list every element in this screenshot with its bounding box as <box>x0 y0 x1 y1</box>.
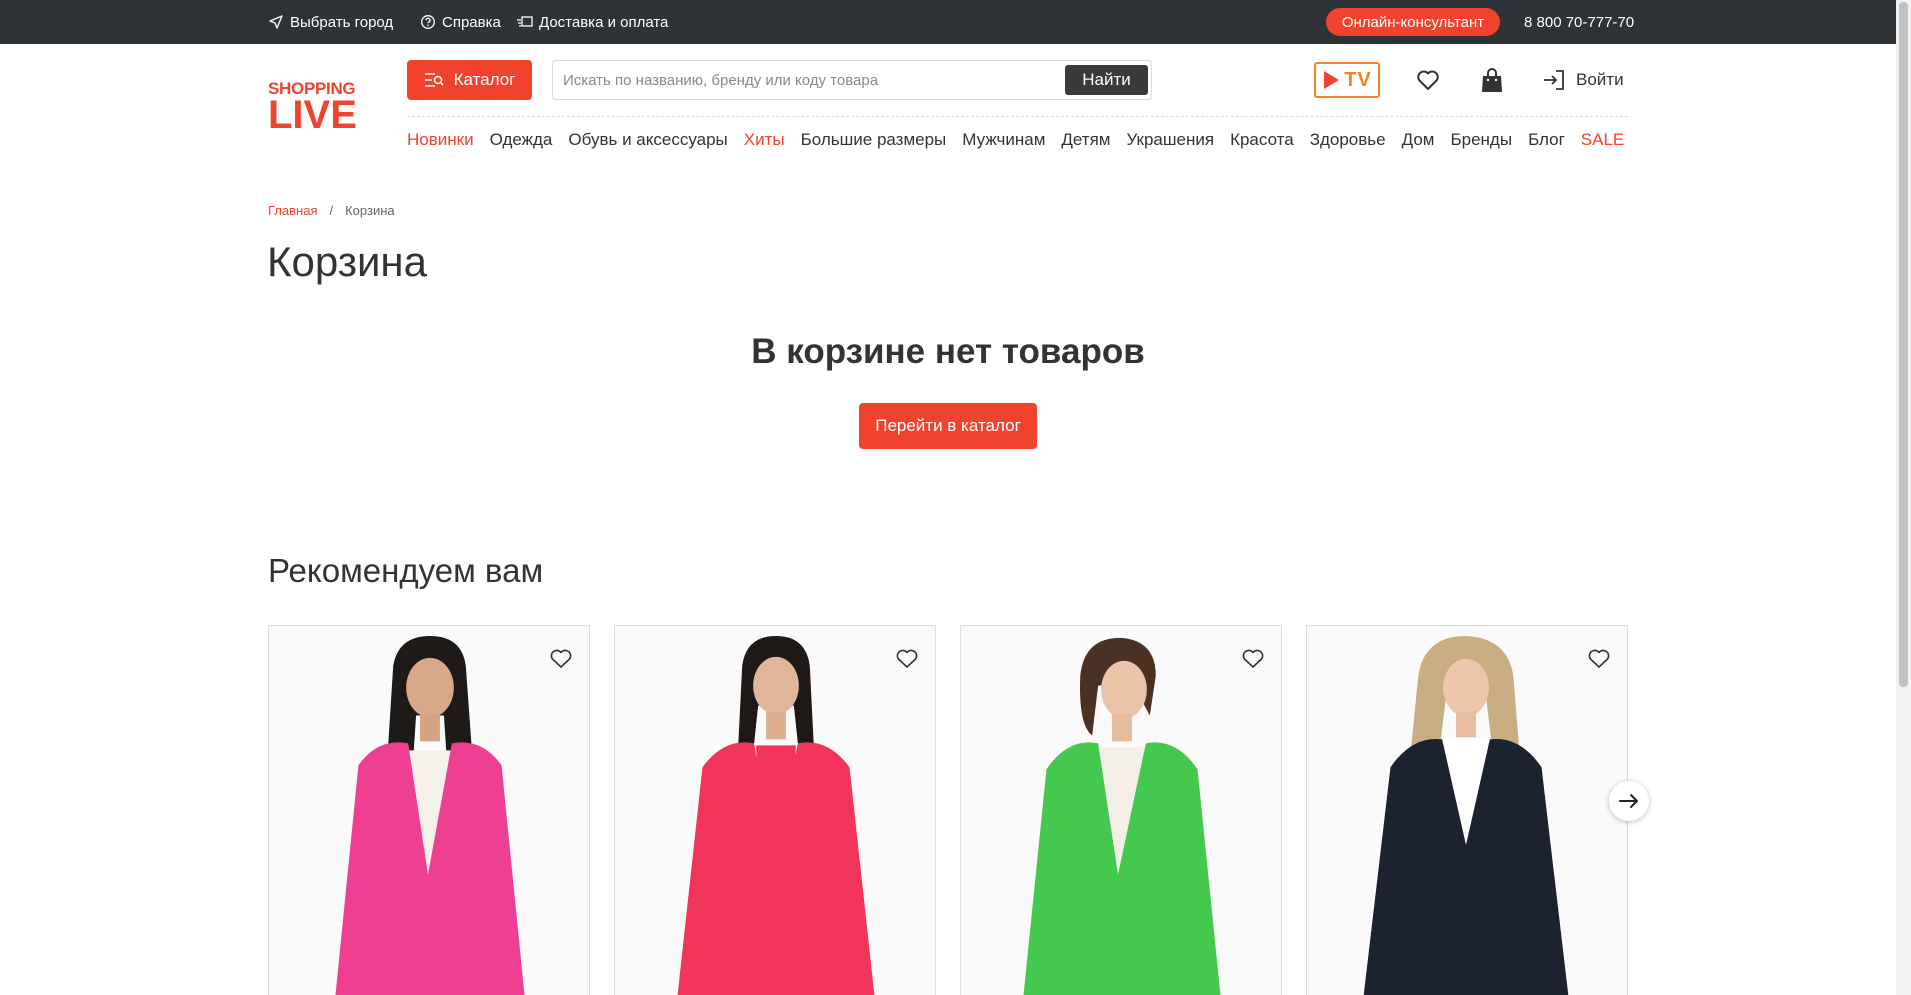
product-photo <box>1307 626 1627 995</box>
header-divider <box>407 116 1628 117</box>
nav-item-jewelry[interactable]: Украшения <box>1126 130 1214 154</box>
logo-bottom-text: LIVE <box>268 93 357 137</box>
heart-icon <box>896 649 918 668</box>
add-to-favorites-button[interactable] <box>1587 648 1611 672</box>
catalog-button[interactable]: Каталог <box>407 60 532 100</box>
nav-item-men[interactable]: Мужчинам <box>962 130 1045 154</box>
online-consultant-button[interactable]: Онлайн-консультант <box>1326 8 1500 36</box>
catalog-menu-icon <box>424 73 444 87</box>
login-label: Войти <box>1576 70 1624 89</box>
face <box>753 656 799 715</box>
nav-item-hits[interactable]: Хиты <box>744 130 785 154</box>
product-card[interactable] <box>1306 625 1628 995</box>
shopping-live-logo[interactable]: SHOPPING LIVE <box>268 80 363 137</box>
neck <box>420 713 440 742</box>
nav-item-brands[interactable]: Бренды <box>1450 130 1512 154</box>
page-title: Корзина <box>267 238 427 285</box>
search-button[interactable]: Найти <box>1065 65 1148 95</box>
neck <box>766 711 786 740</box>
nav-item-blog[interactable]: Блог <box>1528 130 1565 154</box>
nav-item-sale[interactable]: SALE <box>1581 130 1624 154</box>
face <box>1443 658 1489 717</box>
search-input[interactable] <box>563 61 1043 99</box>
heart-icon <box>1242 649 1264 668</box>
product-photo <box>269 626 589 995</box>
help-label: Справка <box>442 13 501 31</box>
login-button[interactable]: Войти <box>1542 62 1624 98</box>
delivery-link[interactable]: Доставка и оплата <box>516 0 668 44</box>
tv-label: TV <box>1344 68 1372 91</box>
heart-icon <box>1417 70 1439 90</box>
empty-cart-message: В корзине нет товаров <box>751 332 1145 371</box>
product-photo <box>615 626 935 995</box>
nav-item-kids[interactable]: Детям <box>1061 130 1110 154</box>
nav-item-home[interactable]: Дом <box>1402 130 1435 154</box>
add-to-favorites-button[interactable] <box>549 648 573 672</box>
shopping-bag-icon <box>1482 68 1502 92</box>
heart-icon <box>1588 649 1610 668</box>
neck <box>1112 713 1132 742</box>
main-navigation: Новинки Одежда Обувь и аксессуары Хиты Б… <box>407 130 1624 154</box>
nav-item-clothes[interactable]: Одежда <box>490 130 553 154</box>
heart-icon <box>550 649 572 668</box>
nav-item-new[interactable]: Новинки <box>407 130 474 154</box>
go-to-catalog-button[interactable]: Перейти в каталог <box>859 403 1037 449</box>
breadcrumb: Главная / Корзина <box>268 203 395 218</box>
phone-number[interactable]: 8 800 70-777-70 <box>1524 0 1634 44</box>
search-box: Найти <box>552 60 1152 100</box>
catalog-button-label: Каталог <box>453 70 516 89</box>
nav-item-beauty[interactable]: Красота <box>1230 130 1294 154</box>
favorites-button[interactable] <box>1414 66 1442 94</box>
delivery-label: Доставка и оплата <box>539 13 669 31</box>
cart-button[interactable] <box>1478 66 1506 94</box>
product-photo <box>961 626 1281 995</box>
product-card[interactable] <box>614 625 936 995</box>
page-scrollbar[interactable] <box>1896 0 1911 995</box>
breadcrumb-separator: / <box>329 203 334 218</box>
top-bar: Выбрать город Справка Доставка и оплата … <box>0 0 1896 44</box>
nav-item-plus-sizes[interactable]: Большие размеры <box>801 130 947 154</box>
help-link[interactable]: Справка <box>420 0 501 44</box>
face <box>1101 660 1147 719</box>
breadcrumb-current: Корзина <box>345 203 395 218</box>
nav-item-health[interactable]: Здоровье <box>1310 130 1386 154</box>
recommendations-title: Рекомендуем вам <box>268 552 544 589</box>
shopping-live-tv-button[interactable]: TV <box>1314 62 1380 98</box>
carousel-next-button[interactable] <box>1609 781 1649 821</box>
nav-item-shoes-accessories[interactable]: Обувь и аксессуары <box>568 130 727 154</box>
choose-city-link[interactable]: Выбрать город <box>268 0 393 44</box>
product-card[interactable] <box>960 625 1282 995</box>
play-icon <box>1324 71 1340 89</box>
delivery-truck-icon <box>517 16 533 27</box>
location-arrow-icon <box>269 15 283 29</box>
add-to-favorites-button[interactable] <box>1241 648 1265 672</box>
arrow-right-icon <box>1619 794 1638 808</box>
product-card[interactable] <box>268 625 590 995</box>
face <box>406 657 454 718</box>
choose-city-label: Выбрать город <box>290 13 394 31</box>
breadcrumb-home-link[interactable]: Главная <box>268 203 317 218</box>
scrollbar-thumb[interactable] <box>1899 2 1908 687</box>
login-icon <box>1544 70 1564 90</box>
neck <box>1456 711 1476 740</box>
add-to-favorites-button[interactable] <box>895 648 919 672</box>
question-circle-icon <box>421 15 435 29</box>
